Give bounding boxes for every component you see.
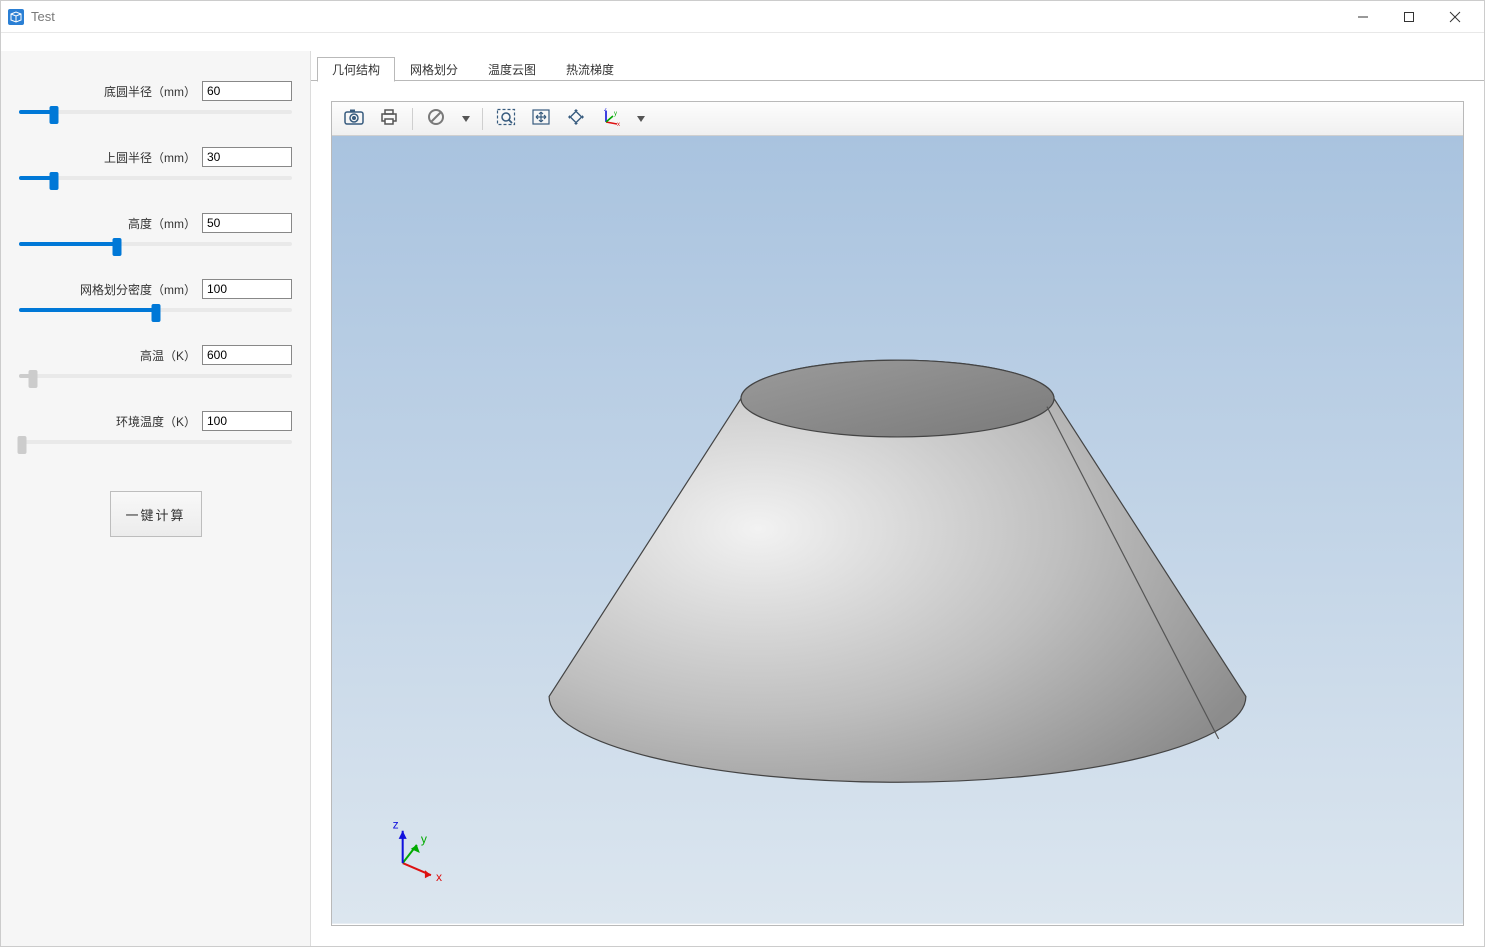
param-mesh-density: 网格划分密度（mm） — [19, 279, 292, 319]
tab-mesh[interactable]: 网格划分 — [395, 57, 473, 82]
toolbar-separator — [412, 108, 413, 130]
param-label-height: 高度（mm） — [128, 215, 196, 232]
tab-geometry[interactable]: 几何结构 — [317, 57, 395, 82]
disable-button[interactable] — [420, 105, 452, 133]
param-input-bottom-radius[interactable] — [202, 81, 292, 101]
camera-button[interactable] — [338, 105, 370, 133]
zoom-box-icon — [496, 108, 516, 129]
app-icon — [7, 8, 25, 26]
param-label-ambient-temp: 环境温度（K） — [116, 413, 196, 430]
window-title: Test — [31, 9, 55, 24]
viewport[interactable]: x y z — [332, 136, 1463, 925]
tabs: 几何结构网格划分温度云图热流梯度 — [311, 57, 1484, 81]
param-slider-top-radius[interactable] — [19, 169, 292, 187]
tab-heat-flux[interactable]: 热流梯度 — [551, 57, 629, 82]
param-slider-mesh-density[interactable] — [19, 301, 292, 319]
param-label-high-temp: 高温（K） — [140, 347, 196, 364]
axes-icon: z y x — [601, 108, 621, 129]
minimize-button[interactable] — [1340, 2, 1386, 32]
toolbar-dropdown[interactable] — [455, 105, 475, 133]
param-slider-ambient-temp[interactable] — [19, 433, 292, 451]
axis-y-label: y — [421, 832, 428, 846]
param-top-radius: 上圆半径（mm） — [19, 147, 292, 187]
print-icon — [379, 108, 399, 129]
param-ambient-temp: 环境温度（K） — [19, 411, 292, 451]
param-input-ambient-temp[interactable] — [202, 411, 292, 431]
fit-icon — [566, 108, 586, 129]
param-input-height[interactable] — [202, 213, 292, 233]
param-input-top-radius[interactable] — [202, 147, 292, 167]
fit-button[interactable] — [560, 105, 592, 133]
viewport-toolbar: z y x — [332, 102, 1463, 136]
param-input-high-temp[interactable] — [202, 345, 292, 365]
disable-icon — [427, 108, 445, 129]
toolbar-separator — [482, 108, 483, 130]
param-label-mesh-density: 网格划分密度（mm） — [80, 281, 196, 298]
close-button[interactable] — [1432, 2, 1478, 32]
param-label-bottom-radius: 底圆半径（mm） — [104, 83, 196, 100]
param-slider-bottom-radius[interactable] — [19, 103, 292, 121]
canvas-frame: z y x — [331, 101, 1464, 926]
param-slider-height[interactable] — [19, 235, 292, 253]
pan-icon — [531, 108, 551, 129]
sidebar: 底圆半径（mm） 上圆半径（mm） 高度（mm） 网格划分密度（mm） 高温（K） 环境温… — [1, 51, 311, 946]
zoom-box-button[interactable] — [490, 105, 522, 133]
maximize-button[interactable] — [1386, 2, 1432, 32]
toolbar-dropdown[interactable] — [630, 105, 650, 133]
main-panel: 几何结构网格划分温度云图热流梯度 z y x — [311, 51, 1484, 946]
param-high-temp: 高温（K） — [19, 345, 292, 385]
body: 底圆半径（mm） 上圆半径（mm） 高度（mm） 网格划分密度（mm） 高温（K） 环境温… — [1, 51, 1484, 946]
axis-x-label: x — [436, 870, 442, 884]
svg-text:z: z — [604, 108, 607, 113]
param-input-mesh-density[interactable] — [202, 279, 292, 299]
svg-text:y: y — [614, 111, 617, 117]
spacer — [1, 33, 1484, 51]
svg-text:x: x — [617, 122, 620, 126]
param-label-top-radius: 上圆半径（mm） — [104, 149, 196, 166]
app-window: Test 底圆半径（mm） 上圆半径（mm） 高度（mm） 网格划分密度（mm） 高温（… — [0, 0, 1485, 947]
param-slider-high-temp[interactable] — [19, 367, 292, 385]
print-button[interactable] — [373, 105, 405, 133]
param-height: 高度（mm） — [19, 213, 292, 253]
axis-z-label: z — [393, 818, 399, 832]
compute-button[interactable]: 一键计算 — [110, 491, 202, 537]
titlebar: Test — [1, 1, 1484, 33]
tab-temp-map[interactable]: 温度云图 — [473, 57, 551, 82]
param-bottom-radius: 底圆半径（mm） — [19, 81, 292, 121]
axes-button[interactable]: z y x — [595, 105, 627, 133]
camera-icon — [344, 108, 364, 129]
window-controls — [1340, 2, 1478, 32]
pan-button[interactable] — [525, 105, 557, 133]
